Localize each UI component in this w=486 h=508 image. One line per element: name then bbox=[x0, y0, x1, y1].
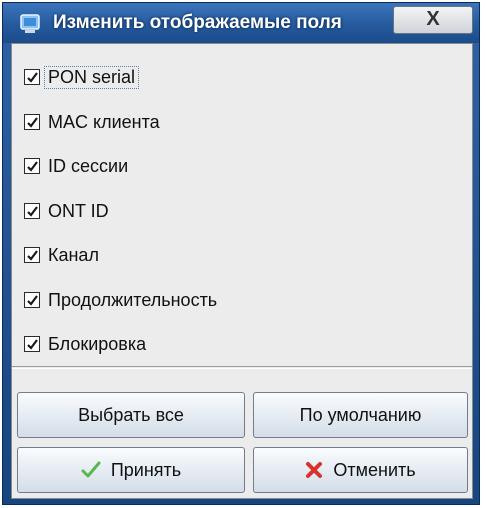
checkmark-icon bbox=[27, 295, 38, 306]
field-row-session-id[interactable]: ID сессии bbox=[24, 153, 128, 179]
separator bbox=[12, 366, 472, 369]
default-button[interactable]: По умолчанию bbox=[253, 392, 468, 438]
field-row-ont-id[interactable]: ONT ID bbox=[24, 198, 109, 224]
checkmark-icon bbox=[27, 339, 38, 350]
select-all-button[interactable]: Выбрать все bbox=[17, 392, 245, 438]
field-label: Канал bbox=[48, 244, 99, 265]
checkbox-pon-serial[interactable] bbox=[24, 69, 40, 85]
close-icon: X bbox=[426, 8, 440, 30]
checkmark-icon bbox=[27, 250, 38, 261]
default-label: По умолчанию bbox=[299, 404, 422, 425]
checkbox-duration[interactable] bbox=[24, 292, 40, 308]
field-row-pon-serial[interactable]: PON serial bbox=[24, 64, 140, 90]
field-row-channel[interactable]: Канал bbox=[24, 242, 99, 268]
select-all-label: Выбрать все bbox=[78, 404, 184, 425]
field-label: ID сессии bbox=[48, 155, 129, 176]
field-row-blocking[interactable]: Блокировка bbox=[24, 331, 146, 357]
field-list: PON serial MAC клиента ID сессии ONT ID bbox=[12, 44, 472, 366]
cancel-label: Отменить bbox=[333, 459, 416, 480]
field-label: Блокировка bbox=[48, 333, 147, 354]
checkmark-icon bbox=[27, 117, 38, 128]
dialog-content: PON serial MAC клиента ID сессии ONT ID bbox=[11, 43, 473, 499]
title-bar[interactable]: Изменить отображаемые поля X bbox=[3, 3, 479, 43]
dialog-window: Изменить отображаемые поля X PON serial … bbox=[2, 2, 480, 505]
window-title: Изменить отображаемые поля bbox=[53, 12, 342, 33]
field-label: PON serial bbox=[44, 65, 140, 89]
accept-label: Принять bbox=[110, 459, 182, 480]
field-label: MAC клиента bbox=[48, 111, 160, 132]
checkbox-session-id[interactable] bbox=[24, 158, 40, 174]
checkmark-icon bbox=[27, 72, 38, 83]
field-row-duration[interactable]: Продолжительность bbox=[24, 287, 217, 313]
field-label: ONT ID bbox=[48, 200, 109, 221]
checkbox-channel[interactable] bbox=[24, 247, 40, 263]
checkbox-mac[interactable] bbox=[24, 114, 40, 130]
cancel-button[interactable]: Отменить bbox=[253, 447, 468, 493]
check-icon bbox=[81, 461, 101, 479]
accept-button[interactable]: Принять bbox=[17, 447, 245, 493]
checkmark-icon bbox=[27, 161, 38, 172]
red-x-icon bbox=[305, 461, 323, 479]
checkbox-ont-id[interactable] bbox=[24, 203, 40, 219]
close-button[interactable]: X bbox=[393, 6, 473, 34]
field-label: Продолжительность bbox=[48, 289, 218, 310]
field-row-mac[interactable]: MAC клиента bbox=[24, 109, 160, 135]
checkmark-icon bbox=[27, 206, 38, 217]
checkbox-blocking[interactable] bbox=[24, 336, 40, 352]
window-icon bbox=[19, 13, 41, 35]
